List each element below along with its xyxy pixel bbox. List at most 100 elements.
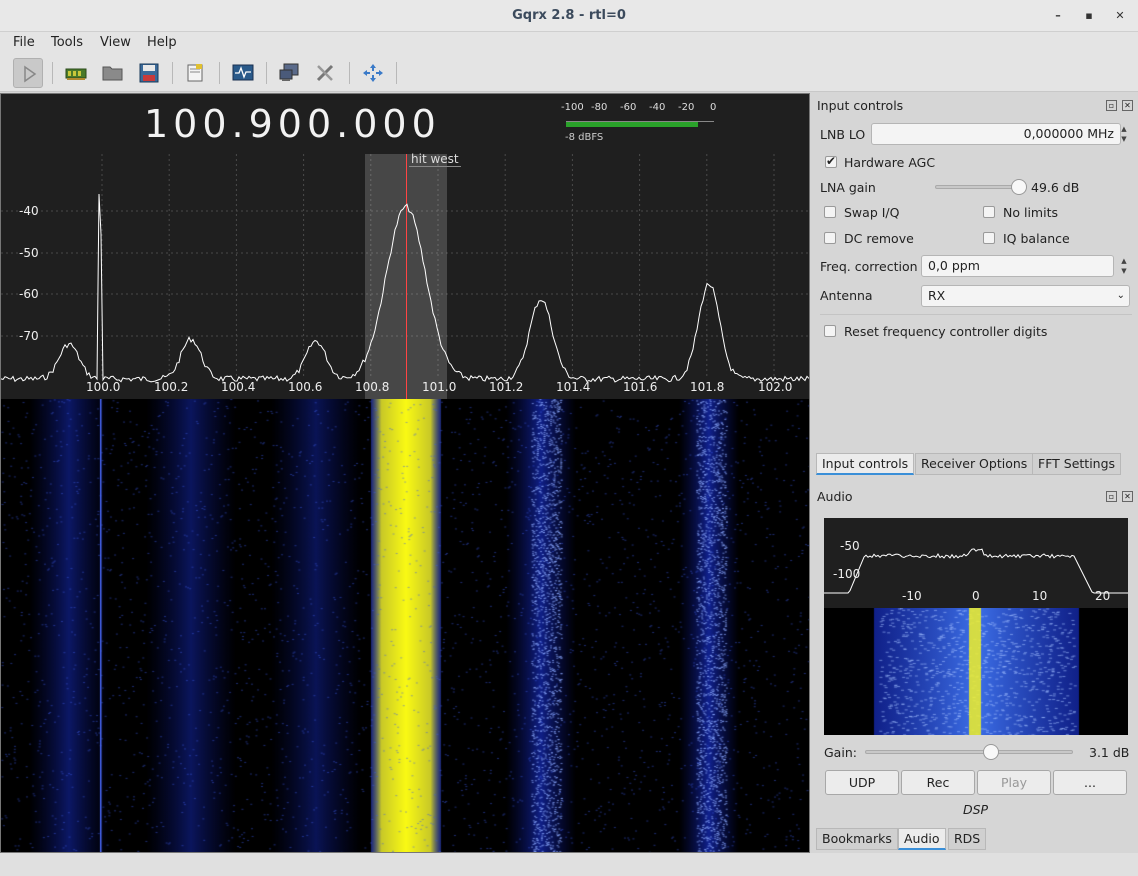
note-icon xyxy=(187,64,203,82)
float-dock-button[interactable]: ▫ xyxy=(1106,491,1117,502)
menu-tools[interactable]: Tools xyxy=(51,35,83,50)
lnb-lo-label: LNB LO xyxy=(820,127,866,142)
fullscreen-button[interactable] xyxy=(357,58,387,88)
main-display: hit west 100.900.000 -100 -80 -60 -40 -2… xyxy=(0,93,810,853)
fft-plot[interactable]: hit west 100.900.000 -100 -80 -60 -40 -2… xyxy=(1,94,809,399)
lna-gain-label: LNA gain xyxy=(820,180,876,195)
no-limits-label: No limits xyxy=(1003,205,1058,220)
meter-fill xyxy=(566,122,698,127)
antenna-value: RX xyxy=(928,288,946,303)
audio-x-tick: 10 xyxy=(1032,589,1048,603)
meter-tick: -100 xyxy=(561,102,584,113)
meter-tick: -80 xyxy=(591,102,608,113)
open-icon xyxy=(102,66,123,81)
close-dock-button[interactable]: ✕ xyxy=(1122,100,1133,111)
udp-button[interactable]: UDP xyxy=(825,770,899,795)
audio-waterfall xyxy=(824,608,1128,735)
frequency-display[interactable]: 100.900.000 xyxy=(144,102,441,146)
remote-icon xyxy=(279,63,299,81)
close-button[interactable]: ✕ xyxy=(1112,8,1128,24)
lnb-lo-input[interactable]: 0,000000 MHz xyxy=(871,123,1121,145)
no-limits-checkbox[interactable] xyxy=(983,206,995,218)
tab-rds[interactable]: RDS xyxy=(948,828,987,850)
x-tick-label: 100.6 xyxy=(288,380,323,394)
tab-receiver-options[interactable]: Receiver Options xyxy=(915,453,1034,475)
iq-balance-label: IQ balance xyxy=(1003,231,1070,246)
meter-tick: -60 xyxy=(620,102,637,113)
lna-gain-slider[interactable] xyxy=(935,179,1028,195)
maximize-button[interactable]: ▪ xyxy=(1081,8,1097,24)
tab-bookmarks[interactable]: Bookmarks xyxy=(816,828,898,850)
audio-gain-label: Gain: xyxy=(824,745,857,760)
save-button[interactable] xyxy=(133,58,163,88)
fullscreen-icon xyxy=(363,64,383,82)
lna-gain-value: 49.6 dB xyxy=(1031,180,1080,195)
swap-iq-checkbox[interactable] xyxy=(824,206,836,218)
menu-help[interactable]: Help xyxy=(147,35,177,50)
menu-view[interactable]: View xyxy=(100,35,131,50)
x-tick-label: 100.0 xyxy=(86,380,121,394)
x-tick-label: 101.8 xyxy=(690,380,725,394)
hardware-agc-checkbox[interactable] xyxy=(825,154,837,168)
meter-reading: -8 dBFS xyxy=(565,132,604,143)
remote-control-button[interactable] xyxy=(274,58,304,88)
minimize-button[interactable]: – xyxy=(1050,8,1066,24)
title-bar: Gqrx 2.8 - rtl=0 – ▪ ✕ xyxy=(0,0,1138,32)
x-tick-label: 101.4 xyxy=(556,380,591,394)
notes-button[interactable] xyxy=(180,58,210,88)
lnb-lo-spin[interactable]: ▲ ▼ xyxy=(1117,124,1131,146)
tab-fft-settings[interactable]: FFT Settings xyxy=(1032,453,1122,475)
float-dock-button[interactable]: ▫ xyxy=(1106,100,1117,111)
tab-audio[interactable]: Audio xyxy=(898,828,946,850)
configure-button[interactable] xyxy=(310,58,340,88)
close-dock-button[interactable]: ✕ xyxy=(1122,491,1133,502)
meter-tick: 0 xyxy=(710,102,717,113)
play-audio-button[interactable]: Play xyxy=(977,770,1051,795)
audio-x-tick: -10 xyxy=(902,589,922,603)
y-tick-label: -70 xyxy=(19,329,39,343)
signal-meter: -100 -80 -60 -40 -20 0 -8 dBFS xyxy=(561,102,721,144)
rec-button[interactable]: Rec xyxy=(901,770,975,795)
play-button[interactable] xyxy=(13,58,43,88)
open-button[interactable] xyxy=(97,58,127,88)
y-tick-label: -40 xyxy=(19,204,39,218)
menu-file[interactable]: File xyxy=(13,35,35,50)
chevron-down-icon: ⌄ xyxy=(1116,290,1125,301)
freq-correction-spin[interactable]: ▲ ▼ xyxy=(1117,256,1131,278)
audio-line xyxy=(824,548,1128,594)
antenna-label: Antenna xyxy=(820,288,873,303)
audio-gain-handle[interactable] xyxy=(982,744,999,760)
status-bar xyxy=(0,853,1138,876)
dc-remove-checkbox[interactable] xyxy=(824,232,836,244)
x-tick-label: 101.0 xyxy=(422,380,457,394)
x-tick-label: 100.8 xyxy=(355,380,390,394)
io-devices-button[interactable] xyxy=(60,58,90,88)
audio-y-tick: -50 xyxy=(840,539,860,553)
antenna-select[interactable]: RX ⌄ xyxy=(921,285,1130,307)
monitor-icon xyxy=(232,64,254,81)
toolbar-separator xyxy=(219,62,220,84)
waterfall-plot[interactable] xyxy=(1,399,809,852)
iq-balance-checkbox[interactable] xyxy=(983,232,995,244)
audio-options-button[interactable]: ... xyxy=(1053,770,1127,795)
freq-correction-input[interactable]: 0,0 ppm xyxy=(921,255,1114,277)
audio-fft-plot[interactable]: -50 -100 -10 0 10 20 xyxy=(824,518,1128,608)
toolbar xyxy=(0,54,1138,92)
reset-digits-checkbox[interactable] xyxy=(824,325,836,337)
window-title: Gqrx 2.8 - rtl=0 xyxy=(512,8,626,23)
tab-input-controls[interactable]: Input controls xyxy=(816,453,915,475)
separator xyxy=(820,314,1132,315)
meter-tick: -20 xyxy=(678,102,695,113)
lna-gain-handle[interactable] xyxy=(1011,179,1028,195)
freq-correction-label: Freq. correction xyxy=(820,259,918,274)
swap-iq-label: Swap I/Q xyxy=(844,205,900,220)
x-tick-label: 100.4 xyxy=(221,380,256,394)
audio-gain-slider[interactable] xyxy=(865,744,1073,760)
toolbar-separator xyxy=(266,62,267,84)
dxcluster-button[interactable] xyxy=(227,58,257,88)
spectrum-line xyxy=(1,193,809,383)
audio-y-tick: -100 xyxy=(833,567,861,581)
toolbar-separator xyxy=(52,62,53,84)
meter-tick: -40 xyxy=(649,102,666,113)
input-controls-title: Input controls xyxy=(817,98,904,113)
